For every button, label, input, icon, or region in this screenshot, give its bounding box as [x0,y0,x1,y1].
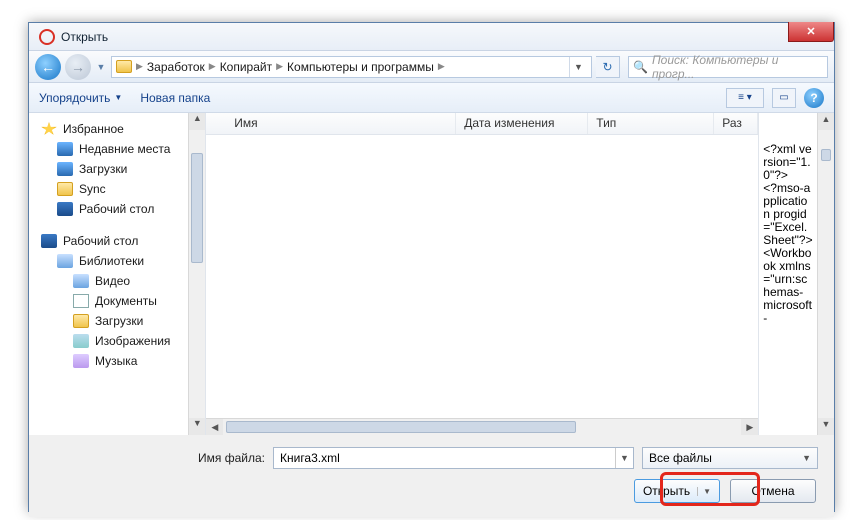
chevron-right-icon[interactable]: ▶ [136,61,143,72]
breadcrumb[interactable]: Заработок [147,60,205,74]
folder-icon [116,60,132,73]
pic-icon [73,334,89,348]
scroll-down-icon[interactable]: ▼ [818,418,834,435]
filename-combo[interactable]: ▼ [273,447,634,469]
hscrollbar[interactable]: ◀ ▶ [206,418,758,435]
help-button[interactable]: ? [804,88,824,108]
filename-input[interactable] [274,451,615,465]
search-placeholder: Поиск: Компьютеры и прогр... [652,53,823,81]
scroll-down-icon[interactable]: ▼ [189,418,205,435]
sidebar-item-label: Рабочий стол [63,234,138,248]
search-icon: 🔍 [633,60,648,74]
nav-forward-button[interactable]: → [65,54,91,80]
scroll-right-icon[interactable]: ▶ [741,419,758,435]
scroll-thumb[interactable] [191,153,203,263]
address-drop[interactable]: ▼ [569,57,587,77]
sidebar-item[interactable]: Загрузки [39,311,188,331]
view-mode-button[interactable]: ≡ ▾ [726,88,764,108]
nav-history-drop[interactable]: ▼ [95,62,107,72]
preview-pane: <?xml version="1.0"?> <?mso-application … [758,113,834,435]
filter-label: Все файлы [649,451,712,465]
open-dialog: Открыть ✕ ← → ▼ ▶ Заработок ▶ Копирайт ▶… [28,22,835,512]
scroll-thumb[interactable] [821,149,831,161]
chevron-down-icon[interactable]: ▼ [697,487,711,496]
monitor-icon [57,202,73,216]
column-headers: Имя Дата изменения Тип Раз [206,113,758,135]
sidebar-item[interactable]: Документы [39,291,188,311]
chevron-right-icon[interactable]: ▶ [276,61,283,72]
sidebar-item-label: Загрузки [79,162,127,176]
new-folder-button[interactable]: Новая папка [140,91,210,105]
preview-pane-button[interactable]: ▭ [772,88,796,108]
folder-icon [57,182,73,196]
toolbar: Упорядочить▼ Новая папка ≡ ▾ ▭ ? [29,83,834,113]
navbar: ← → ▼ ▶ Заработок ▶ Копирайт ▶ Компьютер… [29,51,834,83]
sidebar-item[interactable]: Sync [39,179,188,199]
sidebar-item[interactable]: Рабочий стол [39,199,188,219]
scroll-left-icon[interactable]: ◀ [206,419,223,435]
sidebar-item[interactable]: Изображения [39,331,188,351]
scroll-up-icon[interactable]: ▲ [818,113,834,130]
filename-label: Имя файла: [45,451,265,465]
titlebar: Открыть ✕ [29,23,834,51]
sidebar-item-label: Музыка [95,354,137,368]
sidebar-item-label: Документы [95,294,157,308]
file-list: Имя Дата изменения Тип Раз ◀ ▶ [206,113,758,435]
sidebar-item-label: Рабочий стол [79,202,154,216]
sidebar-item[interactable]: Загрузки [39,159,188,179]
opera-icon [39,29,55,45]
refresh-button[interactable]: ↻ [596,56,620,78]
organize-button[interactable]: Упорядочить▼ [39,91,122,105]
chevron-down-icon[interactable]: ▼ [615,448,633,468]
doc-icon [73,294,89,308]
breadcrumb[interactable]: Копирайт [220,60,272,74]
lib-icon [73,274,89,288]
chevron-right-icon[interactable]: ▶ [209,61,216,72]
col-type[interactable]: Тип [588,113,714,134]
sidebar-item-label: Видео [95,274,130,288]
open-button[interactable]: Открыть▼ [634,479,720,503]
search-input[interactable]: 🔍 Поиск: Компьютеры и прогр... [628,56,828,78]
preview-scrollbar[interactable]: ▲ ▼ [817,113,834,435]
folder-icon [73,314,89,328]
breadcrumb[interactable]: Компьютеры и программы [287,60,434,74]
sidebar-item-label: Избранное [63,122,124,136]
sidebar-item-label: Недавние места [79,142,170,156]
sidebar-item[interactable]: Музыка [39,351,188,371]
chevron-right-icon[interactable]: ▶ [438,61,445,72]
col-size[interactable]: Раз [714,113,758,134]
sidebar-item-label: Sync [79,182,106,196]
sidebar-item[interactable]: Рабочий стол [39,231,188,251]
window-title: Открыть [61,30,108,44]
col-name[interactable]: Имя [206,113,456,134]
close-button[interactable]: ✕ [788,22,834,42]
lib-icon [57,254,73,268]
col-date[interactable]: Дата изменения [456,113,588,134]
scroll-thumb[interactable] [226,421,576,433]
sidebar-item-label: Изображения [95,334,170,348]
nav-back-button[interactable]: ← [35,54,61,80]
sidebar-item-label: Библиотеки [79,254,144,268]
cancel-button[interactable]: Отмена [730,479,816,503]
address-bar[interactable]: ▶ Заработок ▶ Копирайт ▶ Компьютеры и пр… [111,56,592,78]
sidebar-item[interactable]: Недавние места [39,139,188,159]
sidebar-item[interactable]: Избранное [39,119,188,139]
file-filter-combo[interactable]: Все файлы ▼ [642,447,818,469]
nav-tree: Избранное Недавние места Загрузки Sync Рабоч… [29,113,206,435]
footer: Имя файла: ▼ Все файлы ▼ Открыть▼ Отмена [29,435,834,517]
sidebar-item[interactable]: Видео [39,271,188,291]
sidebar-item[interactable]: Библиотеки [39,251,188,271]
sidebar-item-label: Загрузки [95,314,143,328]
music-icon [73,354,89,368]
blue-icon [57,142,73,156]
sidebar-scrollbar[interactable]: ▲ ▼ [188,113,205,435]
scroll-up-icon[interactable]: ▲ [189,113,205,130]
blue-icon [57,162,73,176]
monitor-icon [41,234,57,248]
chevron-down-icon: ▼ [802,453,811,463]
star-icon [41,122,57,136]
